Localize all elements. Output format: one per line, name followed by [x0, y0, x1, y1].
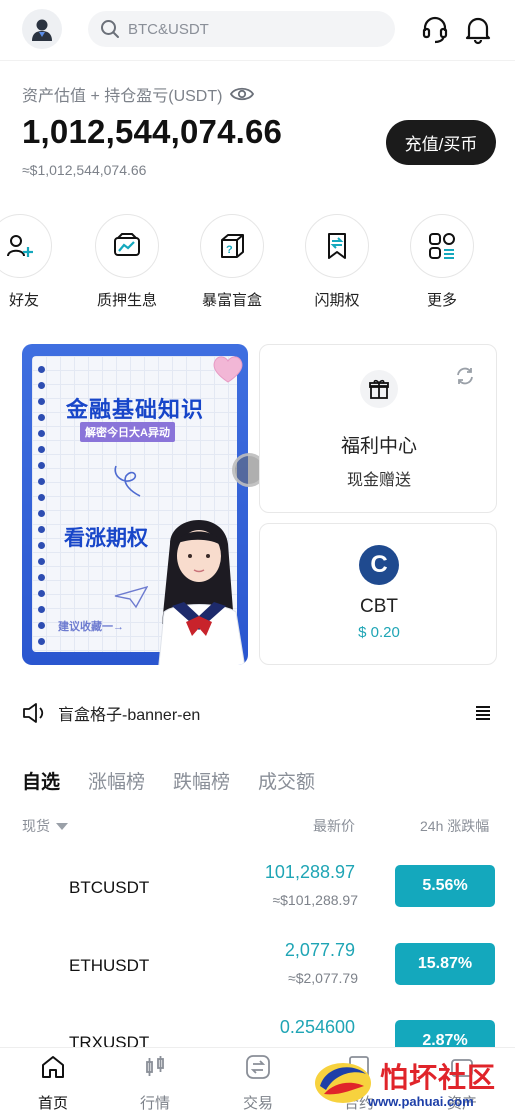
- watermark-title: 怕坏社区: [380, 1062, 497, 1093]
- asset-label-text: 资产估值 + 持仓盈亏(USDT): [22, 88, 223, 105]
- quick-action-label: 好友: [8, 292, 39, 309]
- cbt-price: $ 0.20: [358, 624, 400, 641]
- cbt-token-card[interactable]: C CBT $ 0.20: [259, 523, 497, 665]
- row-symbol: TRXUSDT: [69, 1033, 150, 1047]
- banner-subtitle: 解密今日大A异动: [80, 422, 175, 442]
- row-symbol: BTCUSDT: [69, 878, 150, 897]
- watermark-logo: 怕坏社区 www.pahuai.com: [308, 1052, 515, 1112]
- row-price: 101,288.97: [264, 862, 355, 882]
- row-price: 2,077.79: [284, 940, 355, 960]
- caret-down-icon: [56, 822, 68, 830]
- asset-value: 1,012,544,074.66: [22, 113, 283, 150]
- quick-action-label: 更多: [426, 292, 457, 309]
- row-price: 0.254600: [279, 1017, 355, 1037]
- market-row-trxusdt[interactable]: TRXUSDT 0.254600 2.87%: [0, 1007, 515, 1047]
- banner-rings: [38, 366, 46, 646]
- cbt-coin-icon: C: [359, 545, 399, 585]
- deposit-buy-button[interactable]: 充值/买币: [386, 120, 496, 165]
- announcement-bar[interactable]: 盲盒格子-banner-en: [22, 700, 494, 726]
- cbt-name: CBT: [360, 596, 398, 617]
- asset-label: 资产估值 + 持仓盈亏(USDT): [22, 82, 255, 106]
- heart-decoration-icon: [213, 356, 243, 383]
- row-change-badge[interactable]: 15.87%: [395, 943, 495, 985]
- column-24h-change[interactable]: 24h 涨跌幅: [420, 816, 489, 836]
- header-divider: [0, 60, 515, 61]
- search-input[interactable]: BTC&USDT: [88, 11, 395, 47]
- watermark-url: www.pahuai.com: [368, 1094, 474, 1109]
- welfare-center-card[interactable]: 福利中心 现金赠送: [259, 344, 497, 513]
- cbt-logo-letter: C: [370, 551, 388, 578]
- welfare-subtitle: 现金赠送: [346, 472, 411, 489]
- nav-label: 首页: [37, 1095, 68, 1112]
- curl-decoration-icon: [114, 465, 141, 497]
- tab-losers[interactable]: 跌幅榜: [173, 767, 230, 794]
- tab-favorites[interactable]: 自选: [22, 767, 60, 794]
- row-change-badge[interactable]: 5.56%: [395, 865, 495, 907]
- headset-icon[interactable]: [420, 14, 450, 44]
- flash-option-icon: [305, 214, 369, 278]
- quick-action-label: 闪期权: [314, 292, 360, 309]
- svg-text:?: ?: [226, 244, 233, 256]
- banner-footer: 建议收藏一→: [58, 621, 124, 633]
- nav-trade[interactable]: 交易: [223, 1054, 293, 1113]
- row-change-badge[interactable]: 2.87%: [395, 1020, 495, 1047]
- spot-filter-dropdown[interactable]: 现货: [22, 816, 68, 836]
- market-row-btcusdt[interactable]: BTCUSDT 101,288.97 ≈$101,288.97 5.56%: [0, 852, 515, 922]
- market-tabs: 自选 涨幅榜 跌幅榜 成交额: [22, 767, 343, 794]
- row-symbol: ETHUSDT: [69, 956, 150, 975]
- banner-title: 金融基础知识: [66, 397, 205, 422]
- tab-volume[interactable]: 成交额: [258, 767, 315, 794]
- list-menu-icon[interactable]: [472, 702, 494, 724]
- welfare-title: 福利中心: [340, 436, 417, 457]
- quick-action-invite[interactable]: 好友: [0, 214, 60, 314]
- nav-label: 行情: [139, 1095, 170, 1112]
- search-icon: [101, 20, 119, 38]
- market-candles-icon: [146, 1056, 164, 1076]
- quick-action-more[interactable]: 更多: [399, 214, 485, 314]
- user-avatar-icon[interactable]: [22, 9, 62, 49]
- speaker-icon: [23, 703, 44, 723]
- trade-swap-icon: [246, 1055, 270, 1079]
- refresh-icon[interactable]: [454, 365, 476, 387]
- tab-gainers[interactable]: 涨幅榜: [88, 767, 145, 794]
- announcement-text: 盲盒格子-banner-en: [58, 707, 201, 724]
- banner-illustration: [158, 519, 246, 665]
- quick-action-flash-option[interactable]: 闪期权: [294, 214, 380, 314]
- column-last-price[interactable]: 最新价: [313, 816, 355, 836]
- bell-icon[interactable]: [462, 13, 494, 45]
- invite-friend-icon: [0, 214, 52, 278]
- nav-label: 交易: [242, 1095, 273, 1112]
- column-spot-label: 现货: [22, 818, 50, 834]
- gift-icon: [360, 370, 398, 408]
- more-grid-icon: [410, 214, 474, 278]
- blind-box-icon: ?: [200, 214, 264, 278]
- market-row-ethusdt[interactable]: ETHUSDT 2,077.79 ≈$2,077.79 15.87%: [0, 930, 515, 1000]
- quick-action-staking[interactable]: 质押生息: [84, 214, 170, 314]
- watermark-emblem-icon: [315, 1063, 371, 1103]
- banner-headline: 看涨期权: [64, 527, 148, 550]
- staking-icon: [95, 214, 159, 278]
- nav-home[interactable]: 首页: [18, 1054, 88, 1113]
- nav-market[interactable]: 行情: [120, 1054, 190, 1113]
- quick-action-label: 质押生息: [96, 292, 157, 309]
- home-icon: [42, 1056, 64, 1078]
- asset-approx-value: ≈$1,012,544,074.66: [22, 162, 147, 178]
- eye-icon[interactable]: [230, 85, 255, 103]
- quick-action-blind-box[interactable]: ? 暴富盲盒: [189, 214, 275, 314]
- row-fiat: ≈$101,288.97: [272, 892, 358, 908]
- top-bar: BTC&USDT: [0, 0, 515, 60]
- quick-action-label: 暴富盲盒: [201, 292, 262, 309]
- promo-banner[interactable]: 金融基础知识 解密今日大A异动 看涨期权 建议收藏一→: [22, 344, 248, 665]
- search-placeholder: BTC&USDT: [128, 20, 209, 38]
- row-fiat: ≈$2,077.79: [288, 970, 358, 986]
